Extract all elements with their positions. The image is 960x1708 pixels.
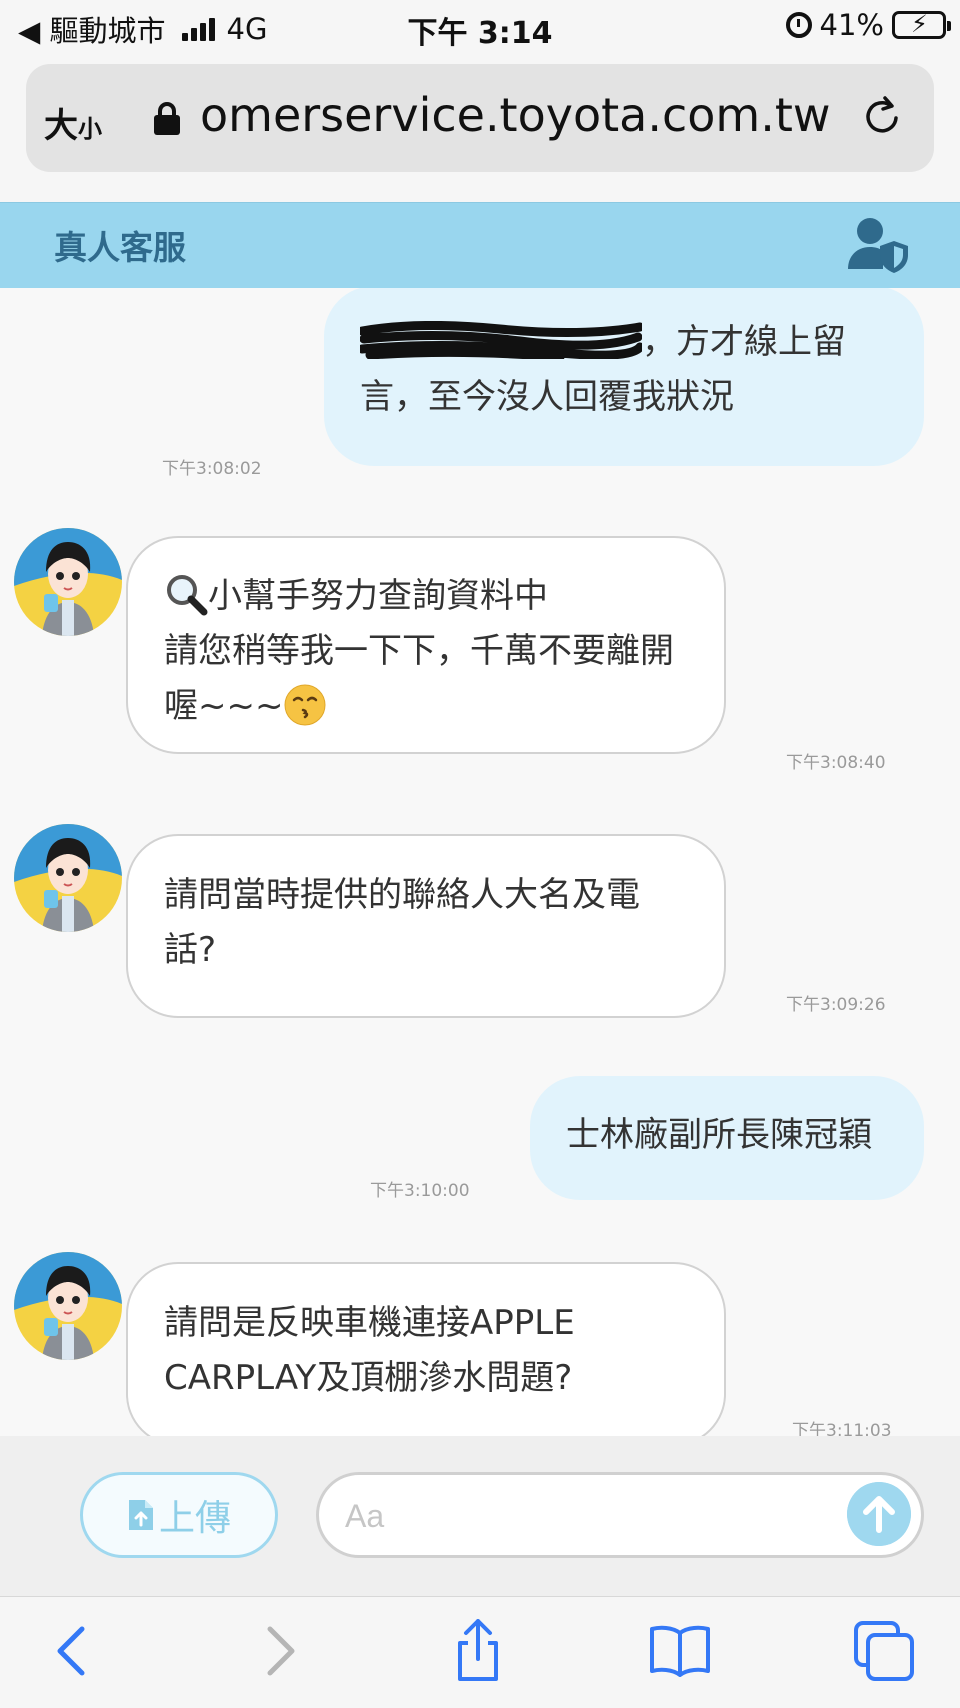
send-button[interactable]	[847, 1482, 911, 1546]
message-text: 小幫手努力查詢資料中	[208, 576, 548, 616]
browser-toolbar	[0, 1596, 960, 1708]
bot-message-bubble: 請問是反映車機連接APPLE CARPLAY及頂棚滲水問題?	[126, 1262, 726, 1436]
redacted-scribble	[360, 320, 642, 359]
text-size-small: 小	[78, 115, 102, 143]
book-icon[interactable]	[648, 1619, 712, 1683]
bot-message-bubble: 請問當時提供的聯絡人大名及電話?	[126, 834, 726, 1018]
message-timestamp: 下午3:11:03	[792, 1421, 892, 1436]
chat-header: 真人客服	[0, 202, 960, 288]
bot-avatar	[14, 528, 122, 636]
chat-messages[interactable]: ，方才線上留言，至今沒人回覆我狀況 下午3:08:02 小幫手努力查詢資料中 請…	[0, 288, 960, 1436]
lock-icon	[154, 102, 180, 135]
bot-avatar	[14, 824, 122, 932]
browser-address-area: 大小 omerservice.toyota.com.tw	[0, 52, 960, 202]
address-bar[interactable]: 大小 omerservice.toyota.com.tw	[26, 64, 934, 172]
reload-icon[interactable]	[858, 92, 906, 140]
agent-shield-icon[interactable]	[846, 215, 910, 273]
message-timestamp: 下午3:10:00	[370, 1181, 470, 1201]
alarm-icon	[785, 12, 812, 38]
chevron-left-icon[interactable]	[42, 1619, 106, 1683]
text-size-large: 大	[44, 106, 78, 146]
upload-label: 上傳	[158, 1498, 231, 1539]
url-text[interactable]: omerservice.toyota.com.tw	[200, 88, 840, 142]
status-right: 41% ⚡	[785, 8, 951, 42]
user-message-bubble: 士林廠副所長陳冠穎	[530, 1076, 924, 1200]
magnifier-emoji-icon	[167, 574, 208, 615]
kissing-face-emoji-icon	[284, 684, 326, 725]
battery-icon: ⚡	[892, 10, 951, 39]
message-input[interactable]	[345, 1489, 815, 1543]
message-text: 請問是反映車機連接APPLE CARPLAY及頂棚滲水問題?	[164, 1303, 575, 1398]
bot-message-bubble: 小幫手努力查詢資料中 請您稍等我一下下，千萬不要離開喔~~~	[126, 536, 726, 754]
file-upload-icon	[128, 1500, 153, 1530]
message-composer: 上傳	[0, 1436, 960, 1596]
message-timestamp: 下午3:08:02	[162, 459, 262, 479]
message-timestamp: 下午3:08:40	[786, 753, 886, 773]
message-timestamp: 下午3:09:26	[786, 995, 886, 1015]
battery-percent: 41%	[819, 8, 884, 42]
tabs-icon[interactable]	[852, 1619, 916, 1683]
upload-button[interactable]: 上傳	[80, 1472, 278, 1558]
user-message-bubble: ，方才線上留言，至今沒人回覆我狀況	[324, 288, 924, 466]
page-title: 真人客服	[54, 228, 186, 267]
status-bar: ◀ 驅動城市 4G 下午 3:14 41% ⚡	[0, 0, 960, 52]
chevron-right-icon[interactable]	[246, 1619, 310, 1683]
text-size-button[interactable]: 大小	[44, 98, 102, 147]
message-text: 請您稍等我一下下，千萬不要離開喔~~~	[164, 631, 674, 726]
message-input-wrapper	[316, 1472, 924, 1558]
bot-avatar	[14, 1252, 122, 1360]
message-text: 士林廠副所長陳冠穎	[566, 1115, 872, 1155]
message-text: 請問當時提供的聯絡人大名及電話?	[164, 875, 640, 970]
share-icon[interactable]	[446, 1619, 510, 1683]
